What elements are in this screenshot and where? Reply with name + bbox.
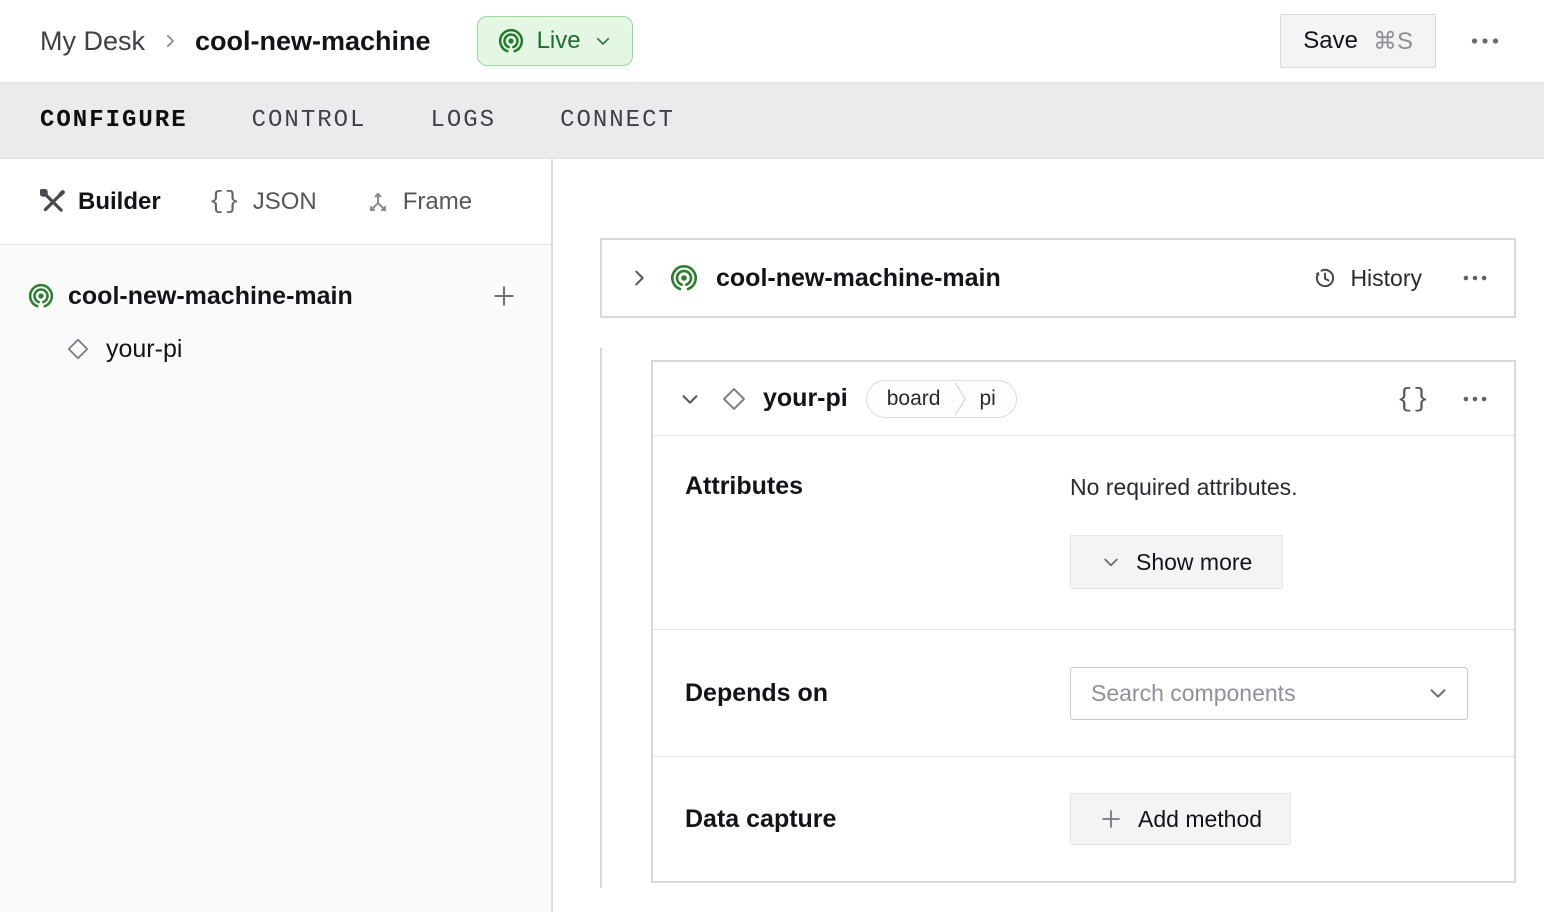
view-mode-toolbar: Builder {} JSON Frame (0, 159, 551, 245)
tab-control[interactable]: CONTROL (252, 107, 367, 134)
header-actions: Save ⌘S (1280, 14, 1500, 68)
history-button[interactable]: History (1312, 265, 1422, 292)
tree-item-machine[interactable]: cool-new-machine-main (0, 269, 551, 323)
depends-on-section: Depends on Search components (653, 630, 1514, 757)
tree-machine-label: cool-new-machine-main (68, 281, 353, 310)
component-tree: cool-new-machine-main your-pi (0, 245, 551, 375)
collapse-chevron-icon[interactable] (679, 388, 701, 410)
chevron-down-icon (1427, 682, 1449, 704)
component-card-your-pi: your-pi board pi {} Attributes No requir… (651, 360, 1516, 883)
depends-on-label: Depends on (685, 678, 829, 707)
attributes-label: Attributes (685, 472, 804, 500)
history-clock-icon (1312, 265, 1338, 291)
braces-icon: {} (208, 187, 241, 216)
save-button[interactable]: Save ⌘S (1280, 14, 1436, 68)
depends-on-placeholder: Search components (1091, 679, 1296, 706)
add-method-label: Add method (1138, 805, 1263, 832)
component-more-button[interactable] (1462, 386, 1488, 412)
component-header-actions: {} (1397, 384, 1488, 414)
view-tab-json-label: JSON (252, 187, 317, 215)
view-tab-frame[interactable]: Frame (365, 188, 472, 216)
app-header: My Desk cool-new-machine Live Save ⌘S (0, 0, 1544, 83)
tree-child-label: your-pi (106, 334, 183, 363)
edit-json-button[interactable]: {} (1397, 384, 1430, 414)
add-component-button[interactable] (491, 283, 517, 309)
live-broadcast-icon (498, 28, 524, 54)
tab-configure[interactable]: CONFIGURE (40, 107, 188, 134)
machine-part-card: cool-new-machine-main History (600, 238, 1516, 318)
show-more-button[interactable]: Show more (1070, 535, 1284, 589)
data-capture-label: Data capture (685, 804, 837, 833)
breadcrumb-chevron-icon (161, 32, 179, 50)
breadcrumb-current: cool-new-machine (195, 25, 431, 56)
component-type: board (886, 386, 941, 410)
component-model: pi (979, 386, 996, 410)
save-shortcut-hint: ⌘S (1372, 27, 1413, 55)
machine-tabbar: CONFIGURE CONTROL LOGS CONNECT (0, 83, 1544, 159)
attributes-section: Attributes No required attributes. Show … (653, 436, 1514, 630)
diamond-icon (66, 337, 90, 361)
machine-card-more-button[interactable] (1462, 265, 1488, 291)
chevron-down-icon (1101, 552, 1121, 572)
data-capture-section: Data capture Add method (653, 757, 1514, 881)
attributes-value: No required attributes. Show more (1070, 472, 1298, 629)
history-button-label: History (1350, 264, 1422, 291)
machine-live-icon (670, 264, 698, 292)
tab-logs[interactable]: LOGS (430, 107, 496, 134)
show-more-label: Show more (1136, 548, 1253, 575)
plus-icon (1099, 807, 1123, 831)
header-more-button[interactable] (1470, 26, 1500, 56)
save-button-label: Save (1303, 27, 1358, 54)
depends-on-select[interactable]: Search components (1070, 666, 1468, 720)
ellipsis-icon (1470, 26, 1500, 56)
view-tab-frame-label: Frame (402, 187, 473, 215)
live-status-label: Live (536, 27, 581, 54)
tree-item-your-pi[interactable]: your-pi (0, 323, 551, 375)
breadcrumb: My Desk cool-new-machine (40, 26, 431, 57)
config-sidebar: Builder {} JSON Frame cool-new-machine-m… (0, 159, 553, 912)
crossed-tools-icon (40, 189, 66, 215)
diamond-icon (721, 386, 747, 412)
chevron-down-icon (594, 32, 612, 50)
machine-part-title: cool-new-machine-main (716, 263, 1001, 292)
view-tab-builder[interactable]: Builder (40, 188, 161, 216)
breadcrumb-parent-link[interactable]: My Desk (40, 26, 145, 57)
component-type-badge: board pi (865, 379, 1017, 418)
view-tab-json[interactable]: {} JSON (209, 187, 317, 216)
tab-connect[interactable]: CONNECT (560, 107, 675, 134)
add-method-button[interactable]: Add method (1070, 793, 1292, 845)
frame-axes-icon (365, 189, 391, 215)
expand-chevron-icon[interactable] (628, 267, 650, 289)
badge-divider (954, 382, 967, 415)
component-card-header: your-pi board pi {} (653, 362, 1514, 436)
attributes-empty-text: No required attributes. (1070, 474, 1298, 500)
machine-live-icon (28, 283, 54, 309)
component-name: your-pi (763, 384, 848, 412)
view-tab-builder-label: Builder (78, 187, 161, 215)
live-status-dropdown[interactable]: Live (476, 16, 633, 66)
tree-connector-line (600, 348, 602, 888)
